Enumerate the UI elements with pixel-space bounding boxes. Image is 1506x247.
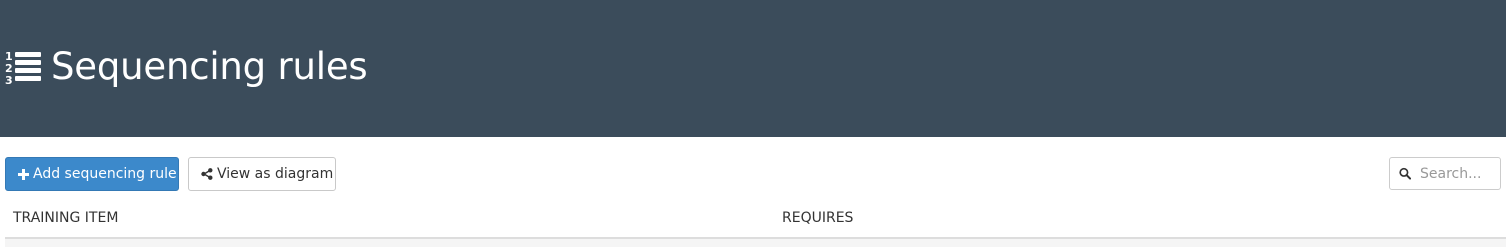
svg-text:3: 3 bbox=[5, 74, 13, 85]
plus-icon bbox=[18, 168, 29, 180]
share-nodes-icon bbox=[201, 168, 213, 180]
add-sequencing-rule-label: Add sequencing rule bbox=[33, 166, 177, 182]
column-header-requires[interactable]: REQUIRES bbox=[782, 210, 853, 226]
page-title-group: 1 2 3 Sequencing rules bbox=[4, 44, 368, 90]
view-as-diagram-label: View as diagram bbox=[217, 166, 334, 182]
add-sequencing-rule-button[interactable]: Add sequencing rule bbox=[5, 157, 179, 191]
page-header: 1 2 3 Sequencing rules bbox=[0, 0, 1506, 137]
column-header-training-item[interactable]: TRAINING ITEM bbox=[13, 210, 118, 226]
search-icon bbox=[1399, 167, 1411, 180]
page-title: Sequencing rules bbox=[51, 45, 368, 88]
search-input[interactable] bbox=[1420, 165, 1500, 182]
table-body bbox=[5, 239, 1506, 247]
view-as-diagram-button[interactable]: View as diagram bbox=[188, 157, 336, 191]
ordered-list-icon: 1 2 3 bbox=[5, 50, 41, 85]
search-box bbox=[1389, 157, 1501, 190]
